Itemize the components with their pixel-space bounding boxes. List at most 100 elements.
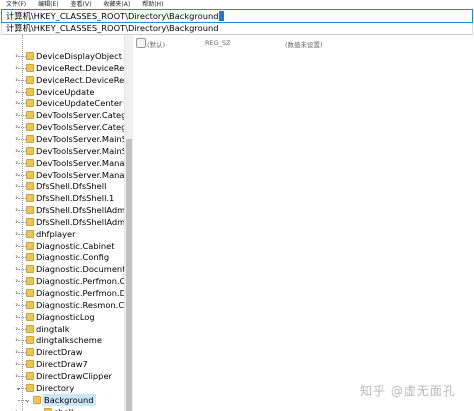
tree-connector bbox=[18, 245, 26, 247]
tree-item[interactable]: › Diagnostic.Config bbox=[0, 251, 124, 263]
tree-item[interactable]: › Diagnostic.Resmon.Confi bbox=[0, 299, 124, 311]
chevron-right-icon[interactable]: › bbox=[15, 324, 18, 334]
address-bar[interactable]: 计算机\HKEY_CLASSES_ROOT\Directory\Backgrou… bbox=[1, 9, 473, 23]
chevron-right-icon[interactable]: › bbox=[15, 241, 18, 251]
folder-icon bbox=[26, 383, 34, 392]
tree-item[interactable]: › DevToolsServer.MainSer bbox=[0, 145, 124, 157]
tree-connector bbox=[18, 162, 26, 164]
tree-item[interactable]: › dingtalkscheme bbox=[0, 334, 124, 346]
tree-item[interactable]: › DeviceRect.DeviceRect bbox=[0, 62, 124, 74]
chevron-right-icon[interactable]: › bbox=[15, 122, 18, 132]
tree-item[interactable]: › DevToolsServer.Manage bbox=[0, 157, 124, 169]
tree-item[interactable]: › DirectDrawClipper bbox=[0, 370, 124, 382]
chevron-right-icon[interactable]: › bbox=[15, 371, 18, 381]
folder-icon bbox=[26, 75, 34, 84]
tree-item[interactable]: › DevToolsServer.MainSer bbox=[0, 133, 124, 145]
tree-item[interactable]: › DfsShell.DfsShell.1 bbox=[0, 192, 124, 204]
tree-item[interactable]: › dhfplayer bbox=[0, 228, 124, 240]
chevron-right-icon[interactable]: › bbox=[15, 51, 18, 61]
chevron-down-icon[interactable]: ⌄ bbox=[24, 395, 31, 405]
chevron-right-icon[interactable]: › bbox=[15, 146, 18, 156]
tree-scrollbar[interactable] bbox=[124, 35, 133, 411]
tree-item-label: DirectDraw bbox=[36, 347, 83, 358]
values-pane[interactable]: (默认) REG_SZ (数值未设置) bbox=[133, 35, 474, 411]
tree-item[interactable]: › Diagnostic.Document bbox=[0, 263, 124, 275]
tree-connector bbox=[18, 138, 26, 140]
chevron-right-icon[interactable]: › bbox=[15, 252, 18, 262]
tree-item[interactable]: › DfsShell.DfsShellAdmin bbox=[0, 204, 124, 216]
tree-item[interactable]: › DeviceUpdateCenter bbox=[0, 97, 124, 109]
chevron-right-icon[interactable]: › bbox=[15, 205, 18, 215]
tree-item-label: Diagnostic.Perfmon.Docu bbox=[36, 288, 124, 298]
tree-item[interactable]: ⌄ Directory bbox=[0, 382, 124, 394]
registry-tree[interactable]: › DeviceDisplayObject › DeviceRect.DeviceRe… bbox=[0, 35, 124, 411]
folder-icon bbox=[26, 300, 34, 309]
chevron-right-icon[interactable]: › bbox=[15, 158, 18, 168]
address-input[interactable]: 计算机\HKEY_CLASSES_ROOT\Directory\Backgrou… bbox=[6, 10, 219, 22]
chevron-right-icon[interactable]: › bbox=[15, 229, 18, 239]
chevron-right-icon[interactable]: › bbox=[15, 300, 18, 310]
chevron-right-icon[interactable]: › bbox=[15, 181, 18, 191]
chevron-right-icon[interactable]: › bbox=[15, 407, 18, 411]
folder-icon bbox=[26, 194, 34, 203]
chevron-right-icon[interactable]: › bbox=[15, 288, 18, 298]
menu-favorites[interactable]: 收藏夹(A) bbox=[103, 0, 130, 9]
tree-item[interactable]: › DfsShell.DfsShellAdmin.1 bbox=[0, 216, 124, 228]
address-suggestion[interactable]: 计算机\HKEY_CLASSES_ROOT\Directory\Backgrou… bbox=[1, 23, 473, 35]
tree-item-label: Diagnostic.Document bbox=[36, 264, 124, 275]
tree-item[interactable]: › DeviceUpdate bbox=[0, 86, 124, 98]
tree-item[interactable]: › Diagnostic.Perfmon.Conf bbox=[0, 275, 124, 287]
folder-icon bbox=[26, 206, 34, 215]
tree-item[interactable]: › DfsShell.DfsShell bbox=[0, 180, 124, 192]
tree-connector bbox=[18, 150, 26, 152]
chevron-right-icon[interactable]: › bbox=[15, 312, 18, 322]
folder-icon bbox=[26, 217, 34, 226]
menu-help[interactable]: 帮助(H) bbox=[142, 0, 163, 9]
folder-icon bbox=[26, 158, 34, 167]
chevron-right-icon[interactable]: › bbox=[15, 193, 18, 203]
chevron-right-icon[interactable]: › bbox=[15, 134, 18, 144]
tree-item[interactable]: › DevToolsServer.Manage bbox=[0, 169, 124, 181]
chevron-right-icon[interactable]: › bbox=[15, 335, 18, 345]
tree-item[interactable]: › DiagnosticLog bbox=[0, 311, 124, 323]
chevron-right-icon[interactable]: › bbox=[15, 217, 18, 227]
tree-item[interactable]: › shell bbox=[0, 406, 124, 411]
chevron-right-icon[interactable]: › bbox=[15, 264, 18, 274]
address-suggestion-text: 计算机\HKEY_CLASSES_ROOT\Directory\Backgrou… bbox=[6, 23, 219, 33]
menu-edit[interactable]: 编辑(E) bbox=[38, 0, 58, 9]
folder-icon bbox=[26, 265, 34, 274]
tree-connector bbox=[18, 79, 26, 81]
tree-scrollbar-thumb[interactable] bbox=[126, 139, 132, 411]
chevron-right-icon[interactable]: › bbox=[15, 63, 18, 73]
tree-item[interactable]: › DevToolsServer.Categor bbox=[0, 121, 124, 133]
chevron-right-icon[interactable]: › bbox=[15, 170, 18, 180]
tree-item[interactable]: › DeviceRect.DeviceRect.1 bbox=[0, 74, 124, 86]
chevron-right-icon[interactable]: › bbox=[15, 276, 18, 286]
chevron-right-icon[interactable]: › bbox=[15, 98, 18, 108]
tree-item-label: Diagnostic.Resmon.Confi bbox=[36, 299, 124, 310]
tree-item[interactable]: › Diagnostic.Cabinet bbox=[0, 240, 124, 252]
tree-item[interactable]: › dingtalk bbox=[0, 323, 124, 335]
tree-item[interactable]: › DevToolsServer.Categor bbox=[0, 109, 124, 121]
chevron-right-icon[interactable]: › bbox=[15, 87, 18, 97]
tree-item[interactable]: › DirectDraw7 bbox=[0, 358, 124, 370]
chevron-right-icon[interactable]: › bbox=[15, 347, 18, 357]
menu-file[interactable]: 文件(F) bbox=[6, 0, 26, 9]
text-caret bbox=[218, 11, 224, 21]
tree-item-label: Background bbox=[42, 393, 96, 406]
tree-connector bbox=[18, 103, 26, 105]
tree-item[interactable]: › DirectDraw bbox=[0, 346, 124, 358]
chevron-down-icon[interactable]: ⌄ bbox=[15, 383, 22, 393]
tree-item[interactable]: › Diagnostic.Perfmon.Docu bbox=[0, 287, 124, 299]
chevron-right-icon[interactable]: › bbox=[15, 110, 18, 120]
folder-icon bbox=[26, 134, 34, 143]
value-row[interactable]: (默认) REG_SZ (数值未设置) bbox=[147, 39, 365, 49]
chevron-right-icon[interactable]: › bbox=[15, 359, 18, 369]
tree-item[interactable]: ⌄ Background bbox=[0, 393, 124, 406]
tree-item-label: dingtalkscheme bbox=[36, 335, 102, 346]
folder-icon bbox=[26, 52, 34, 60]
chevron-right-icon[interactable]: › bbox=[15, 75, 18, 85]
tree-item-label: DeviceUpdateCenter bbox=[36, 98, 123, 109]
tree-item[interactable]: › DeviceDisplayObject bbox=[0, 50, 124, 62]
menu-view[interactable]: 查看(V) bbox=[71, 0, 92, 9]
